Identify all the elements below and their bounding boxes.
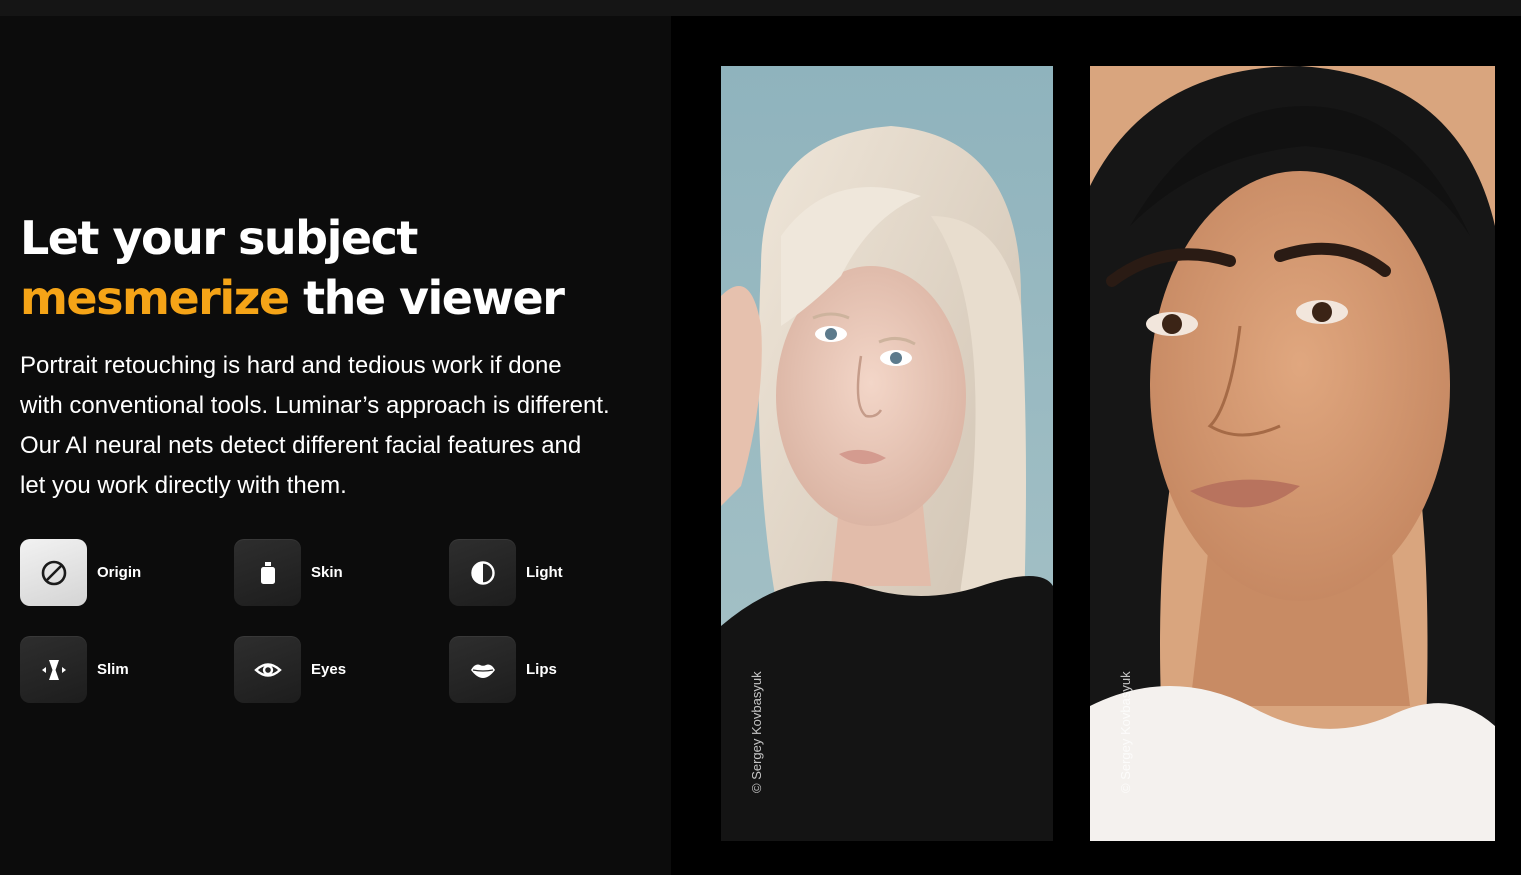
origin-icon	[20, 539, 87, 606]
portrait-photo-dark-hair	[1090, 66, 1495, 841]
hero-text: Let your subject mesmerize the viewer Po…	[20, 208, 620, 506]
tool-skin-button[interactable]: Skin	[234, 539, 343, 606]
tool-slim-label: Slim	[97, 661, 129, 678]
retouch-tools: Origin Skin Light Slim Eyes Lips	[20, 539, 620, 709]
hero-title: Let your subject mesmerize the viewer	[20, 208, 620, 328]
top-strip	[0, 0, 1521, 16]
light-icon	[449, 539, 516, 606]
hero-title-line1: Let your subject	[20, 211, 418, 265]
tool-slim-button[interactable]: Slim	[20, 636, 129, 703]
tool-lips-button[interactable]: Lips	[449, 636, 557, 703]
hero-title-accent: mesmerize	[20, 271, 290, 325]
tool-skin-label: Skin	[311, 564, 343, 581]
slim-icon	[20, 636, 87, 703]
eye-icon	[234, 636, 301, 703]
portrait-photo-blonde	[721, 66, 1053, 841]
photo-credit-left: © Sergey Kovbasyuk	[749, 671, 764, 793]
tool-light-button[interactable]: Light	[449, 539, 563, 606]
tool-lips-label: Lips	[526, 661, 557, 678]
tool-eyes-label: Eyes	[311, 661, 347, 678]
hero-description: Portrait retouching is hard and tedious …	[20, 352, 610, 499]
hero-title-rest: the viewer	[288, 271, 565, 325]
page: Let your subject mesmerize the viewer Po…	[0, 0, 1521, 875]
tool-light-label: Light	[526, 564, 563, 581]
photo-credit-right: © Sergey Kovbasyuk	[1118, 671, 1133, 793]
tool-origin-label: Origin	[97, 564, 142, 581]
tool-eyes-button[interactable]: Eyes	[234, 636, 346, 703]
skin-icon	[234, 539, 301, 606]
tool-origin-button[interactable]: Origin	[20, 539, 141, 606]
lips-icon	[449, 636, 516, 703]
